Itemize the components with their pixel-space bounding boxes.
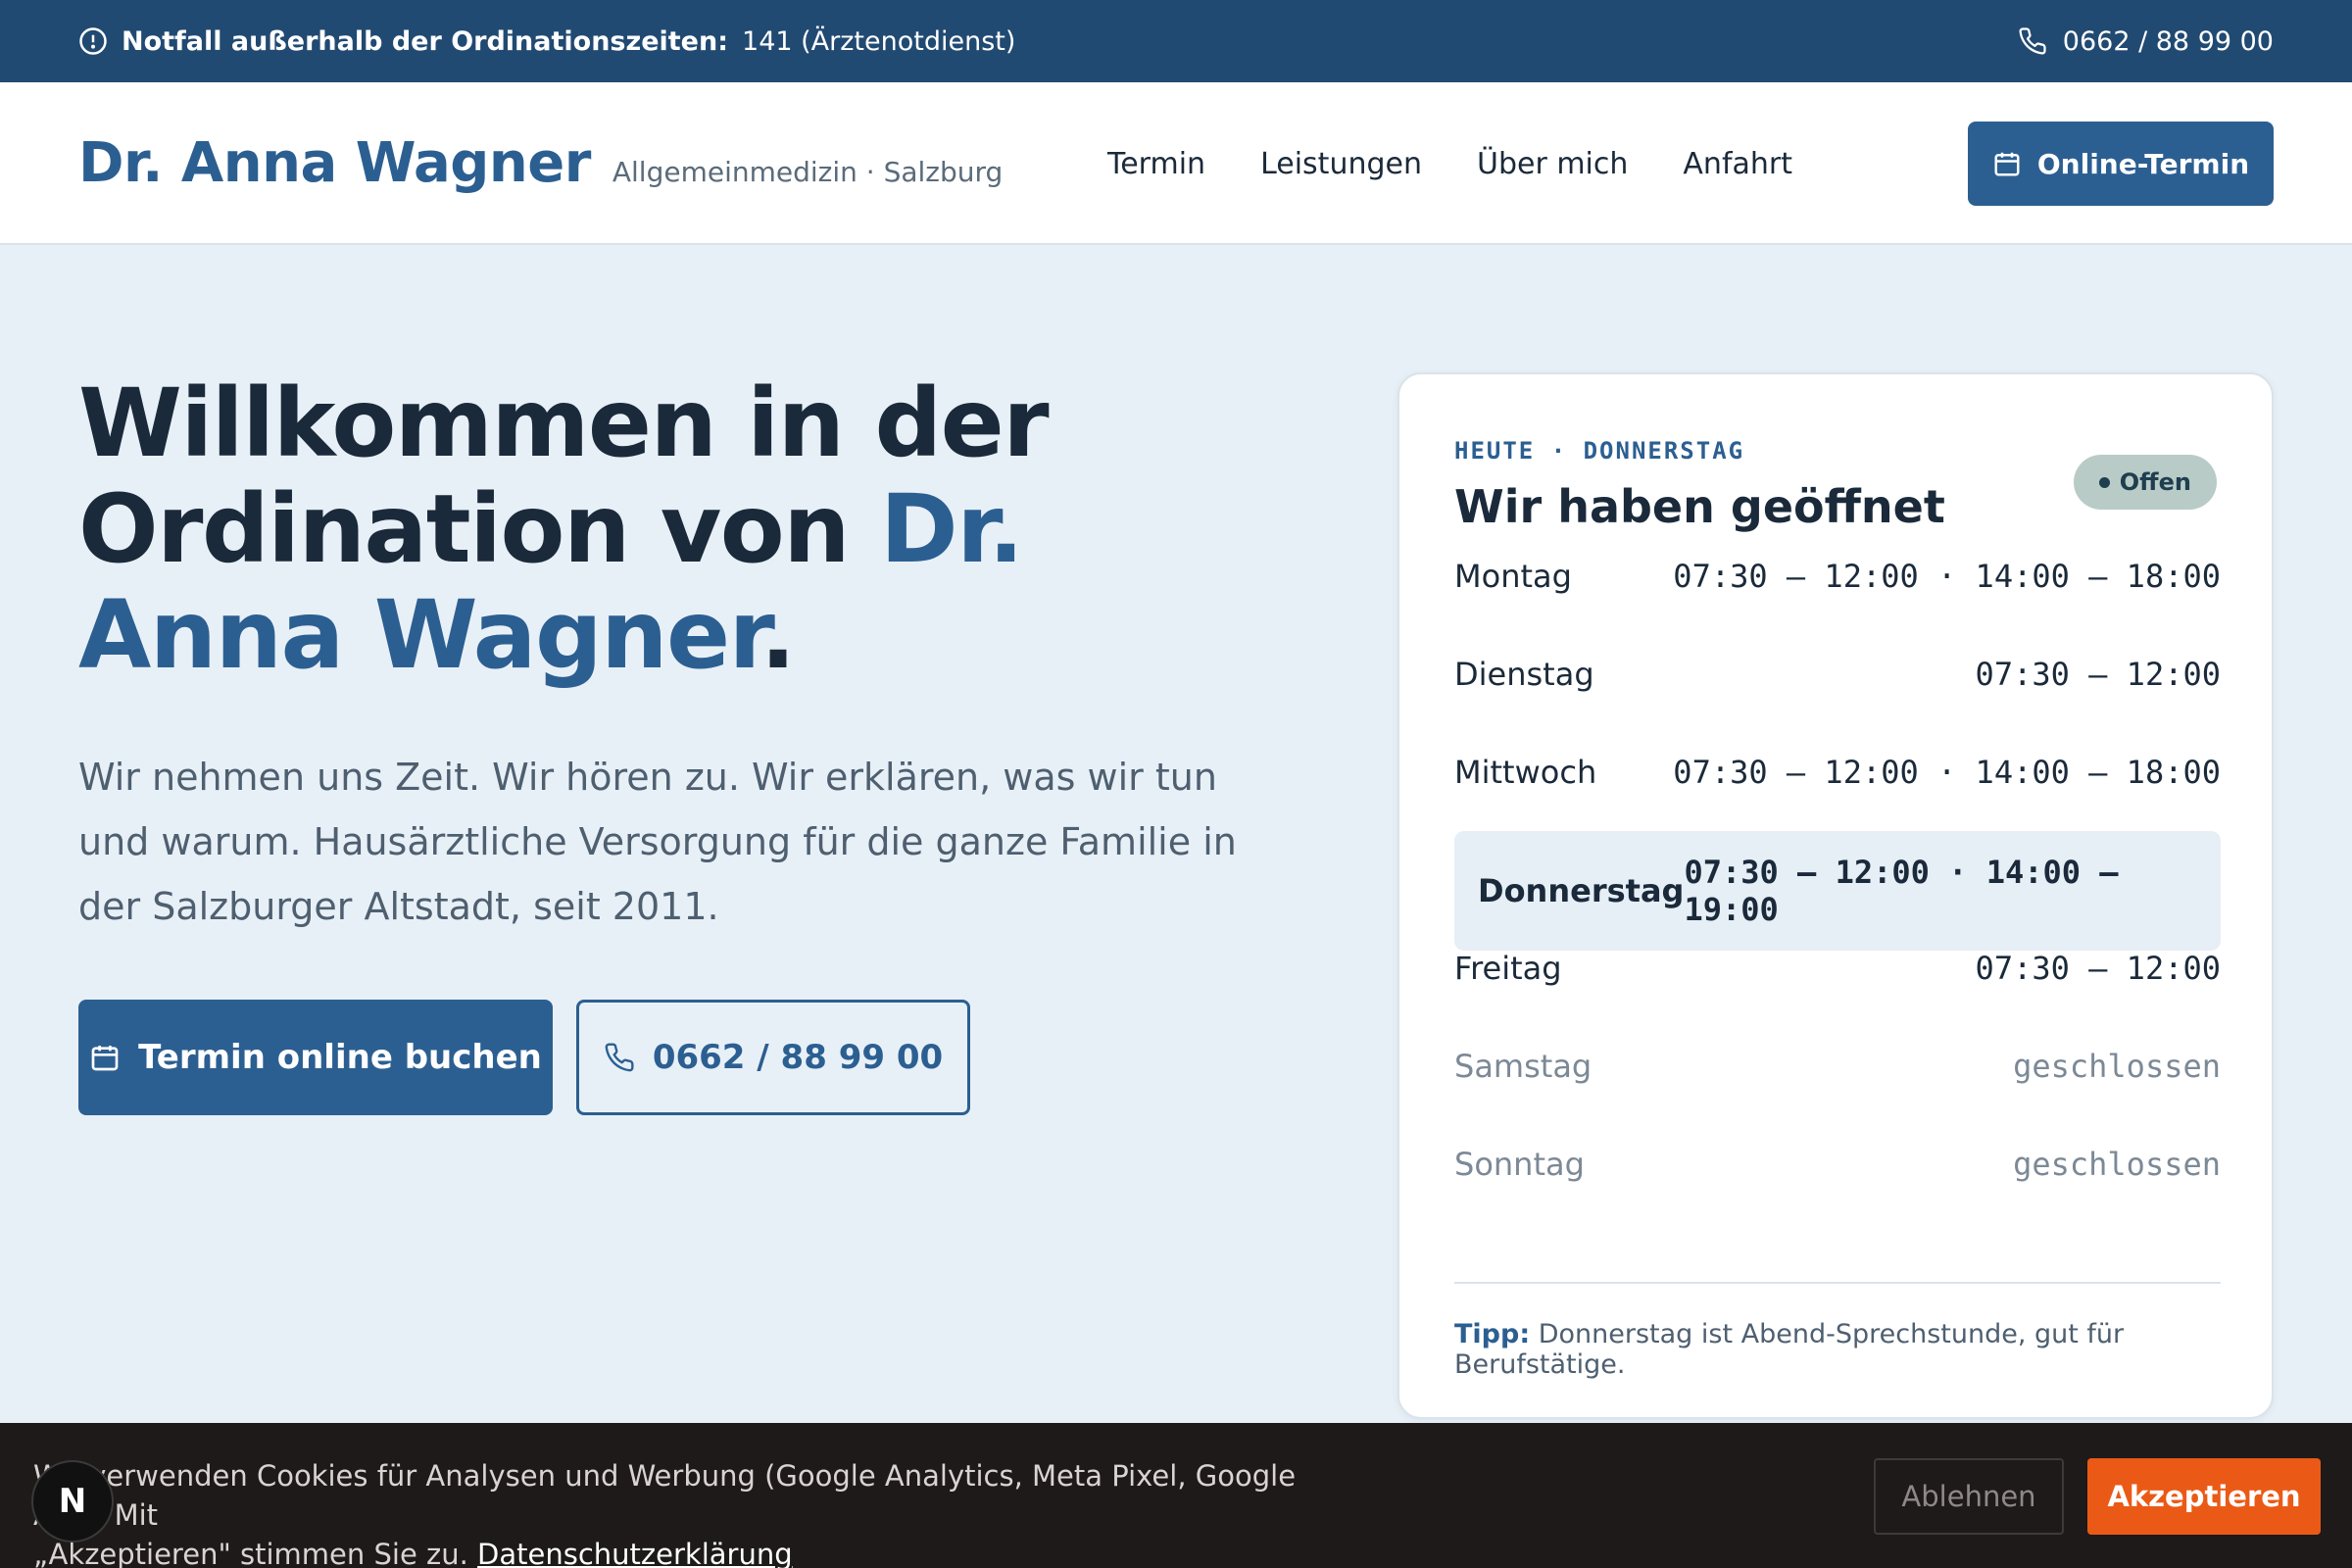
hours-time: 07:30 – 12:00 · 14:00 – 18:00 (1673, 558, 2221, 595)
brand-name: Dr. Anna Wagner (78, 130, 591, 195)
hours-row-dienstag: Dienstag 07:30 – 12:00 (1454, 635, 2221, 713)
status-label: Offen (2119, 468, 2191, 496)
book-appointment-label: Termin online buchen (138, 1038, 542, 1077)
cookie-text-line1: Wir verwenden Cookies für Analysen und W… (33, 1459, 1297, 1532)
nav-ueber-mich[interactable]: Über mich (1477, 147, 1628, 181)
phone-icon (604, 1042, 635, 1073)
card-divider (1454, 1282, 2221, 1284)
cookie-decline-button[interactable]: Ablehnen (1874, 1458, 2064, 1535)
emergency-info: Notfall außerhalb der Ordinationszeiten:… (78, 26, 1015, 57)
status-badge: Offen (2073, 455, 2217, 510)
hours-row-samstag: Samstag geschlossen (1454, 1027, 2221, 1105)
online-termin-label: Online-Termin (2036, 147, 2250, 180)
emergency-value: 141 (Ärztenotdienst) (742, 25, 1016, 57)
hours-day: Mittwoch (1454, 754, 1597, 791)
call-phone-button[interactable]: 0662 / 88 99 00 (576, 1000, 970, 1115)
topbar-phone-link[interactable]: 0662 / 88 99 00 (2018, 26, 2274, 57)
hours-time: geschlossen (2013, 1048, 2221, 1085)
opening-hours-card: HEUTE · DONNERSTAG Wir haben geöffnet Of… (1397, 372, 2274, 1419)
call-phone-label: 0662 / 88 99 00 (652, 1038, 944, 1077)
hours-row-freitag: Freitag 07:30 – 12:00 (1454, 929, 2221, 1007)
privacy-link[interactable]: Datenschutzerklärung (477, 1538, 793, 1568)
hours-time: geschlossen (2013, 1146, 2221, 1183)
online-termin-button[interactable]: Online-Termin (1968, 122, 2274, 206)
hero-title-end: . (760, 580, 796, 690)
cookie-accept-button[interactable]: Akzeptieren (2087, 1458, 2321, 1535)
nav-anfahrt[interactable]: Anfahrt (1683, 147, 1792, 181)
dev-tools-badge[interactable]: N (31, 1460, 114, 1543)
emergency-label: Notfall außerhalb der Ordinationszeiten: (122, 25, 729, 57)
alert-circle-icon (78, 26, 108, 56)
hours-title: Wir haben geöffnet (1454, 480, 1945, 533)
hours-time: 07:30 – 12:00 · 14:00 – 18:00 (1673, 754, 2221, 791)
hero-description: Wir nehmen uns Zeit. Wir hören zu. Wir e… (78, 756, 1237, 928)
nav-termin[interactable]: Termin (1107, 147, 1205, 181)
hours-row-sonntag: Sonntag geschlossen (1454, 1125, 2221, 1203)
phone-icon (2018, 26, 2047, 56)
hours-day: Donnerstag (1478, 872, 1685, 909)
hours-row-mittwoch: Mittwoch 07:30 – 12:00 · 14:00 – 18:00 (1454, 733, 2221, 811)
book-appointment-button[interactable]: Termin online buchen (78, 1000, 553, 1115)
topbar-phone: 0662 / 88 99 00 (2062, 25, 2274, 57)
emergency-bar: Notfall außerhalb der Ordinationszeiten:… (0, 0, 2352, 82)
hero-title: Willkommen in der Ordination von Dr. Ann… (78, 370, 1254, 688)
hours-row-montag: Montag 07:30 – 12:00 · 14:00 – 18:00 (1454, 537, 2221, 615)
hours-day: Sonntag (1454, 1146, 1585, 1183)
nav-leistungen[interactable]: Leistungen (1260, 147, 1422, 181)
hours-day: Montag (1454, 558, 1572, 595)
status-dot-icon (2098, 476, 2110, 488)
cookie-text-line2: „Akzeptieren" stimmen Sie zu. (33, 1538, 468, 1568)
brand-subtitle: Allgemeinmedizin · Salzburg (612, 155, 1004, 188)
cookie-banner: Wir verwenden Cookies für Analysen und W… (0, 1423, 2352, 1568)
tip-text: Donnerstag ist Abend-Sprechstunde, gut f… (1454, 1319, 2125, 1380)
tip-label: Tipp: (1454, 1319, 1531, 1349)
hours-time: 07:30 – 12:00 (1975, 950, 2221, 987)
hours-day: Dienstag (1454, 656, 1594, 693)
calendar-icon (89, 1042, 121, 1073)
brand[interactable]: Dr. Anna Wagner Allgemeinmedizin · Salzb… (78, 131, 1003, 195)
hours-time: 07:30 – 12:00 (1975, 656, 2221, 693)
calendar-icon (1992, 149, 2022, 178)
main-nav: Termin Leistungen Über mich Anfahrt (1107, 82, 1792, 245)
today-eyebrow: HEUTE · DONNERSTAG (1454, 437, 1745, 465)
hours-day: Freitag (1454, 950, 1562, 987)
hours-tip: Tipp: Donnerstag ist Abend-Sprechstunde,… (1454, 1319, 2272, 1380)
hours-time: 07:30 – 12:00 · 14:00 – 19:00 (1684, 854, 2119, 928)
site-header: Dr. Anna Wagner Allgemeinmedizin · Salzb… (0, 82, 2352, 245)
hours-day: Samstag (1454, 1048, 1592, 1085)
cookie-text: Wir verwenden Cookies für Analysen und W… (33, 1456, 1307, 1568)
